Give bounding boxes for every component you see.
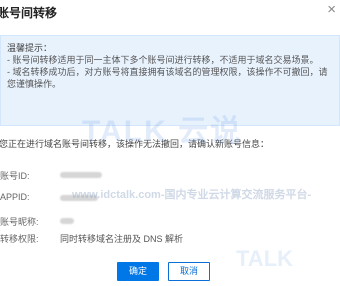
- permission-label: 转移权限:: [0, 234, 39, 244]
- confirm-button[interactable]: 确定: [117, 262, 159, 281]
- account-id-label: 账号ID:: [0, 171, 30, 181]
- watermark-text: www.idctalk.com-国内专业云计算交流服务平台-: [72, 189, 312, 201]
- dialog-title: 账号间转移: [0, 6, 58, 20]
- notice-line-3: 您谨慎操作。: [7, 79, 62, 89]
- permission-value: 同时转移域名注册及 DNS 解析: [60, 234, 184, 244]
- watermark-logo-bottom: TALK: [236, 246, 294, 271]
- notice-line-1: - 账号间转移适用于同一主体下多个账号间进行转移，不适用于域名交易场景。: [7, 55, 319, 65]
- appid-label: APPID:: [0, 192, 30, 202]
- cancel-button[interactable]: 取消: [168, 262, 210, 281]
- permission-row: 转移权限: 同时转移域名注册及 DNS 解析: [0, 232, 183, 245]
- notice-line-2: - 域名转移成功后，对方账号将直接拥有该域名的管理权限，该操作不可撤回，请: [7, 67, 328, 77]
- transfer-dialog: 账号间转移 × 温馨提示： - 账号间转移适用于同一主体下多个账号间进行转移，不…: [0, 0, 340, 286]
- notice-heading: 温馨提示：: [7, 43, 53, 53]
- nickname-row: 账号昵称:: [0, 215, 74, 228]
- nickname-value: [60, 215, 74, 225]
- notice-box: 温馨提示： - 账号间转移适用于同一主体下多个账号间进行转移，不适用于域名交易场…: [0, 35, 340, 126]
- confirm-intro-text: 您正在进行域名账号间转移，该操作无法撤回，请确认新账号信息：: [0, 139, 270, 149]
- close-icon[interactable]: ×: [327, 2, 336, 17]
- nickname-label: 账号昵称:: [0, 217, 39, 227]
- account-id-value: [60, 169, 102, 179]
- account-id-row: 账号ID:: [0, 169, 102, 182]
- appid-value: [60, 192, 98, 202]
- appid-row: APPID:: [0, 192, 98, 202]
